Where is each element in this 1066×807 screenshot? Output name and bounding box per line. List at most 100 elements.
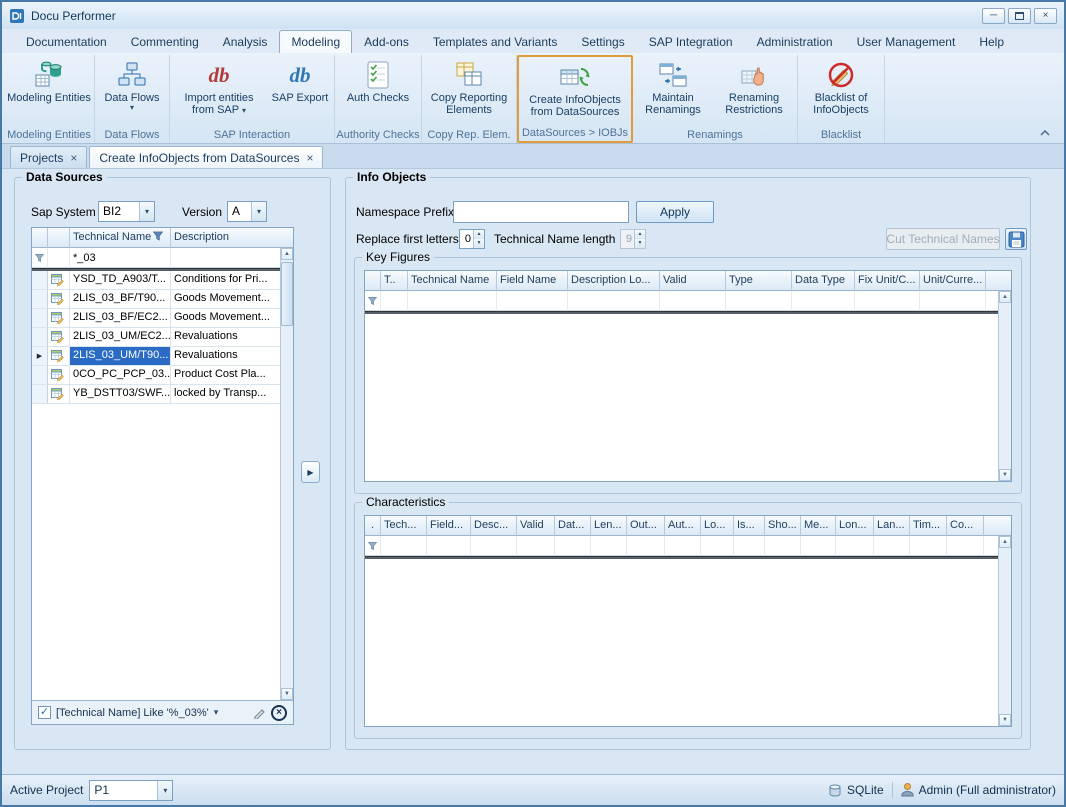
column-header[interactable]: Lo... bbox=[701, 516, 734, 536]
cell-description[interactable]: locked by Transp... bbox=[171, 385, 293, 404]
filter-cell[interactable] bbox=[48, 248, 70, 268]
column-header[interactable]: Data Type bbox=[792, 271, 855, 291]
column-header[interactable]: Technical Name bbox=[408, 271, 497, 291]
active-project-select[interactable]: P1 ▾ bbox=[89, 780, 173, 801]
filter-cell[interactable] bbox=[855, 291, 920, 311]
tab-documentation[interactable]: Documentation bbox=[14, 30, 119, 53]
tab-settings[interactable]: Settings bbox=[569, 30, 636, 53]
column-header[interactable]: Is... bbox=[734, 516, 765, 536]
column-header[interactable]: Unit/Curre... bbox=[920, 271, 986, 291]
scroll-down-icon[interactable]: ▼ bbox=[999, 469, 1011, 481]
scroll-up-icon[interactable]: ▲ bbox=[999, 536, 1011, 548]
tab-help[interactable]: Help bbox=[967, 30, 1016, 53]
column-header[interactable]: Me... bbox=[801, 516, 836, 536]
apply-button[interactable]: Apply bbox=[636, 201, 714, 223]
column-header[interactable]: Tech... bbox=[381, 516, 427, 536]
filter-cell[interactable] bbox=[726, 291, 792, 311]
column-header[interactable]: T.. bbox=[381, 271, 408, 291]
cell-technical-name[interactable]: 2LIS_03_BF/EC2... bbox=[70, 309, 171, 328]
column-header[interactable]: Desc... bbox=[471, 516, 517, 536]
scrollbar-thumb[interactable] bbox=[281, 262, 293, 326]
filter-cell[interactable] bbox=[665, 536, 701, 556]
table-row[interactable]: YB_DSTT03/SWF... locked by Transp... bbox=[32, 385, 293, 404]
chevron-down-icon[interactable]: ▾ bbox=[139, 202, 154, 221]
tab-user-management[interactable]: User Management bbox=[845, 30, 968, 53]
cell-description[interactable]: Goods Movement... bbox=[171, 290, 293, 309]
filter-cell[interactable] bbox=[408, 291, 497, 311]
replace-first-letters-spinner[interactable]: 0 ▲▼ bbox=[459, 229, 485, 249]
scroll-down-icon[interactable]: ▼ bbox=[999, 714, 1011, 726]
import-entities-from-sap-button[interactable]: db Import entities from SAP ▾ bbox=[171, 55, 267, 126]
vertical-scrollbar[interactable]: ▲ ▼ bbox=[998, 536, 1011, 726]
chevron-down-icon[interactable]: ▾ bbox=[251, 202, 266, 221]
close-button[interactable]: × bbox=[1034, 8, 1057, 24]
filter-cell[interactable] bbox=[591, 536, 627, 556]
table-row[interactable]: 2LIS_03_BF/EC2... Goods Movement... bbox=[32, 309, 293, 328]
filter-cell[interactable] bbox=[701, 536, 734, 556]
column-header[interactable]: Fix Unit/C... bbox=[855, 271, 920, 291]
column-header[interactable]: Tim... bbox=[910, 516, 947, 536]
namespace-prefix-input[interactable] bbox=[453, 201, 629, 223]
cell-technical-name[interactable]: 2LIS_03_UM/T90... bbox=[70, 347, 171, 366]
filter-cell[interactable] bbox=[801, 536, 836, 556]
tab-sap-integration[interactable]: SAP Integration bbox=[637, 30, 745, 53]
spin-up-icon[interactable]: ▲ bbox=[474, 230, 484, 239]
doc-tab-create-infoobjects[interactable]: Create InfoObjects from DataSources × bbox=[89, 146, 323, 168]
copy-reporting-elements-button[interactable]: Copy Reporting Elements bbox=[423, 55, 515, 126]
blacklist-of-infoobjects-button[interactable]: Blacklist of InfoObjects bbox=[799, 55, 883, 126]
table-row[interactable]: 2LIS_03_UM/EC2... Revaluations bbox=[32, 328, 293, 347]
auth-checks-button[interactable]: Auth Checks bbox=[336, 55, 420, 126]
filter-cell[interactable] bbox=[792, 291, 855, 311]
column-header[interactable]: Valid bbox=[517, 516, 555, 536]
cell-description[interactable]: Goods Movement... bbox=[171, 309, 293, 328]
maintain-renamings-button[interactable]: Maintain Renamings bbox=[634, 55, 712, 126]
filter-cell[interactable] bbox=[947, 536, 984, 556]
column-header[interactable]: Type bbox=[726, 271, 792, 291]
column-header[interactable]: Description Lo... bbox=[568, 271, 660, 291]
filter-row-indicator[interactable] bbox=[32, 248, 48, 268]
tab-commenting[interactable]: Commenting bbox=[119, 30, 211, 53]
filter-cell[interactable] bbox=[381, 536, 427, 556]
chevron-down-icon[interactable]: ▾ bbox=[157, 781, 172, 800]
vertical-scrollbar[interactable]: ▲ ▼ bbox=[998, 291, 1011, 481]
spin-down-icon[interactable]: ▼ bbox=[474, 239, 484, 248]
cell-description[interactable]: Revaluations bbox=[171, 328, 293, 347]
filter-enabled-checkbox[interactable]: ✓ bbox=[38, 706, 51, 719]
column-header[interactable]: Valid bbox=[660, 271, 726, 291]
renaming-restrictions-button[interactable]: Renaming Restrictions bbox=[712, 55, 796, 126]
table-row[interactable]: 0CO_PC_PCP_03... Product Cost Pla... bbox=[32, 366, 293, 385]
close-icon[interactable]: × bbox=[70, 152, 77, 164]
filter-icon[interactable] bbox=[153, 231, 163, 241]
tab-administration[interactable]: Administration bbox=[745, 30, 845, 53]
column-header[interactable]: Lan... bbox=[874, 516, 910, 536]
vertical-scrollbar[interactable]: ▲ ▼ bbox=[280, 248, 293, 700]
filter-cell[interactable] bbox=[627, 536, 665, 556]
move-selected-button[interactable]: ▶ bbox=[301, 461, 320, 483]
table-row[interactable]: YSD_TD_A903/T... Conditions for Pri... bbox=[32, 271, 293, 290]
cell-technical-name[interactable]: YB_DSTT03/SWF... bbox=[70, 385, 171, 404]
ribbon-collapse-button[interactable] bbox=[1035, 125, 1055, 140]
filter-cell-technical-name[interactable]: *_03 bbox=[70, 248, 171, 268]
save-button[interactable] bbox=[1005, 228, 1027, 250]
column-header[interactable]: Field... bbox=[427, 516, 471, 536]
maximize-button[interactable] bbox=[1008, 8, 1031, 24]
filter-cell[interactable] bbox=[471, 536, 517, 556]
filter-cell[interactable] bbox=[920, 291, 986, 311]
column-header-description[interactable]: Description bbox=[171, 228, 293, 248]
filter-cell[interactable] bbox=[497, 291, 568, 311]
filter-cell[interactable] bbox=[381, 291, 408, 311]
cell-description[interactable]: Product Cost Pla... bbox=[171, 366, 293, 385]
cell-technical-name[interactable]: 2LIS_03_BF/T90... bbox=[70, 290, 171, 309]
filter-cell[interactable] bbox=[734, 536, 765, 556]
filter-cell[interactable] bbox=[836, 536, 874, 556]
data-flows-button[interactable]: Data Flows ▾ bbox=[96, 55, 168, 126]
filter-cell-description[interactable] bbox=[171, 248, 293, 268]
column-header[interactable]: Lon... bbox=[836, 516, 874, 536]
filter-cell[interactable] bbox=[765, 536, 801, 556]
sap-system-select[interactable]: BI2 ▾ bbox=[98, 201, 155, 222]
doc-tab-projects[interactable]: Projects × bbox=[10, 146, 87, 168]
tab-templates-and-variants[interactable]: Templates and Variants bbox=[421, 30, 570, 53]
cell-description[interactable]: Conditions for Pri... bbox=[171, 271, 293, 290]
column-header[interactable]: Len... bbox=[591, 516, 627, 536]
cell-technical-name[interactable]: YSD_TD_A903/T... bbox=[70, 271, 171, 290]
